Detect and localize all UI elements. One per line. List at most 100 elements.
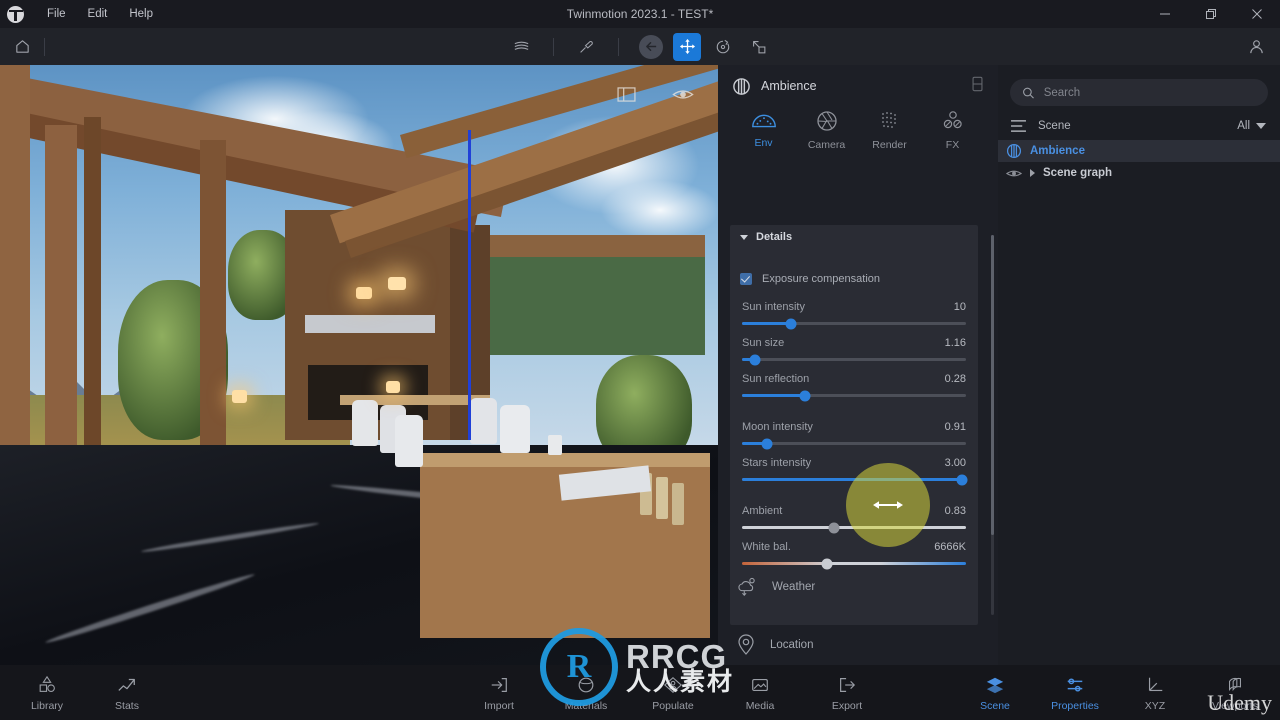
- search-box[interactable]: [1010, 79, 1268, 106]
- library-button[interactable]: Library: [18, 665, 76, 712]
- viewport-overlay-controls: [617, 87, 694, 107]
- home-icon: [15, 40, 29, 53]
- slider-label: White bal.: [742, 541, 791, 553]
- slider-track[interactable]: [742, 438, 966, 449]
- minimize-button[interactable]: [1142, 0, 1188, 28]
- slider-knob[interactable]: [761, 438, 773, 449]
- materials-button[interactable]: Materials: [557, 665, 615, 712]
- slider-knob[interactable]: [956, 474, 968, 485]
- decor-cup: [548, 435, 562, 455]
- scene-item-ambience[interactable]: Ambience: [998, 140, 1280, 162]
- slider-label: Moon intensity: [742, 421, 813, 433]
- layers-button[interactable]: [503, 33, 539, 61]
- close-button[interactable]: [1234, 0, 1280, 28]
- scene-item-scene-graph[interactable]: Scene graph: [998, 162, 1280, 184]
- scale-tool-button[interactable]: [741, 33, 777, 61]
- menu-help[interactable]: Help: [118, 4, 164, 24]
- wall-light: [386, 381, 400, 393]
- import-button[interactable]: Import: [470, 665, 528, 712]
- scene-label: Scene: [1038, 120, 1071, 132]
- tab-env[interactable]: Env: [736, 109, 792, 151]
- decor-jar: [656, 477, 668, 519]
- stats-trend-icon: [118, 678, 135, 691]
- media-image-icon: [752, 678, 768, 692]
- slider-track[interactable]: [742, 522, 966, 533]
- slider-ambient: Ambient 0.83: [742, 505, 966, 533]
- chevron-down-icon: [1256, 123, 1266, 129]
- properties-toggle-button[interactable]: Properties: [1046, 665, 1104, 712]
- slider-track[interactable]: [742, 558, 966, 569]
- slider-track[interactable]: [742, 474, 968, 485]
- bottom-left-group: Library Stats: [18, 665, 156, 712]
- home-button[interactable]: [0, 38, 44, 55]
- wall-light: [232, 390, 247, 403]
- tab-render[interactable]: Render: [862, 109, 918, 151]
- slider-track[interactable]: [742, 390, 966, 401]
- user-account-button[interactable]: [1247, 37, 1266, 56]
- tab-fx[interactable]: FX: [925, 109, 981, 151]
- xyz-toggle-button[interactable]: XYZ: [1126, 665, 1184, 712]
- 3d-viewport[interactable]: [0, 65, 718, 720]
- viewport-layout-button[interactable]: [617, 87, 636, 107]
- slider-track[interactable]: [742, 354, 966, 365]
- scene-layers-icon: [986, 677, 1004, 694]
- hamburger-menu-icon[interactable]: [1010, 119, 1027, 133]
- location-section[interactable]: Location: [718, 628, 998, 662]
- export-button[interactable]: Export: [818, 665, 876, 712]
- xyz-axis-icon: [1148, 677, 1163, 692]
- location-pin-icon: [738, 634, 754, 655]
- menu-edit[interactable]: Edit: [77, 4, 119, 24]
- slider-sun-reflection: Sun reflection 0.28: [742, 373, 966, 401]
- ambience-panel: Ambience Env Camera Render FX Details Ex…: [718, 65, 998, 720]
- slider-knob[interactable]: [821, 558, 833, 569]
- populate-button[interactable]: Populate: [644, 665, 702, 712]
- scene-toggle-button[interactable]: Scene: [966, 665, 1024, 712]
- library-label: Library: [30, 700, 64, 712]
- scene-item-label: Scene graph: [1043, 167, 1113, 179]
- exposure-compensation-checkbox[interactable]: [740, 273, 752, 285]
- ambience-scrollbar-thumb[interactable]: [991, 235, 994, 535]
- slider-white-balance: White bal. 6666K: [742, 541, 966, 569]
- window-frame: [490, 235, 705, 257]
- rotate-tool-button[interactable]: [705, 33, 741, 61]
- viewport-visibility-button[interactable]: [672, 87, 694, 107]
- render-dots-icon: [881, 112, 896, 128]
- slider-knob[interactable]: [785, 318, 797, 329]
- export-label: Export: [831, 700, 863, 712]
- slider-value: 1.16: [944, 337, 966, 349]
- slider-label: Ambient: [742, 505, 783, 517]
- slider-knob[interactable]: [799, 390, 811, 401]
- tab-camera[interactable]: Camera: [799, 109, 855, 151]
- slider-label: Stars intensity: [742, 457, 812, 469]
- weather-section[interactable]: Weather: [718, 570, 998, 604]
- slider-track[interactable]: [742, 318, 966, 329]
- scene-filter-dropdown[interactable]: All: [1237, 120, 1266, 132]
- details-collapse-header[interactable]: Details: [730, 225, 978, 245]
- stats-button[interactable]: Stats: [98, 665, 156, 712]
- eye-icon[interactable]: [1006, 168, 1022, 179]
- dock-panel-icon: [972, 76, 983, 91]
- dock-panel-button[interactable]: [971, 76, 984, 97]
- scene-filter-label: All: [1237, 120, 1250, 132]
- slider-knob[interactable]: [828, 522, 840, 533]
- expand-arrow-icon[interactable]: [1030, 169, 1035, 177]
- bottom-toolbar: Library Stats Import Materials Populate …: [0, 665, 1280, 720]
- viewports-toggle-button[interactable]: Viewports: [1206, 665, 1264, 712]
- tab-fx-label: FX: [945, 139, 960, 151]
- eyedropper-button[interactable]: [568, 33, 604, 61]
- toolbar-divider-2: [553, 37, 554, 56]
- import-arrow-icon: [491, 678, 507, 692]
- slider-knob[interactable]: [749, 354, 761, 365]
- media-button[interactable]: Media: [731, 665, 789, 712]
- move-tool-button[interactable]: [669, 32, 705, 61]
- menu-file[interactable]: File: [36, 4, 77, 24]
- title-bar: File Edit Help Twinmotion 2023.1 - TEST*: [0, 0, 1280, 28]
- restore-button[interactable]: [1188, 0, 1234, 28]
- exposure-compensation-label: Exposure compensation: [762, 273, 881, 285]
- exposure-compensation-row[interactable]: Exposure compensation: [730, 245, 978, 289]
- back-button[interactable]: [633, 33, 669, 61]
- island-countertop: [418, 453, 710, 467]
- ambience-scrollbar[interactable]: [991, 235, 994, 615]
- search-input[interactable]: [1043, 86, 1256, 99]
- ambience-title: Ambience: [761, 79, 817, 93]
